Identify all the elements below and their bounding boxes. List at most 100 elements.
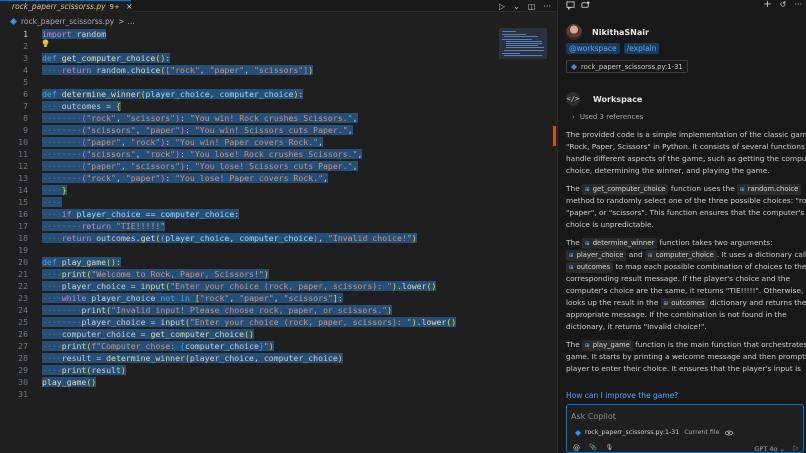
run-menu-chevron-icon[interactable]: ⌄ [513,2,520,11]
code-text: ····print(f"Computer chose: {computer_ch… [42,341,274,351]
workspace-agent-chip[interactable]: @workspace [566,43,620,54]
editor-tab-bar: rock_paperr_scissorss.py 9+ × ▷ ⌄ ◫ ··· [0,0,557,12]
symbol-reference[interactable]: ⊞ random.choice [737,184,802,195]
response-header: </> Workspace [566,92,642,106]
more-actions-icon[interactable]: ··· [794,0,802,10]
code-text: ····outcomes = { [42,101,121,111]
breadcrumb-separator: > [118,17,125,26]
symbol-reference[interactable]: ⊞ player_choice [566,250,627,261]
code-editor[interactable]: 1 import random 2 3 def get_computer_choic… [0,28,557,453]
explain-command-chip[interactable]: /explain [623,43,660,54]
response-paragraph: The ⊞ get_computer_choice function uses t… [566,184,806,229]
code-line: 22 ····player_choice = input("Enter your … [0,280,557,292]
code-line: 16 ····if player_choice == computer_choic… [0,208,557,220]
code-text: play_game() [42,377,97,387]
send-icon[interactable]: ▷ [794,444,799,452]
code-line: 21 ····print("Welcome to Rock, Paper, Sci… [0,268,557,280]
code-text: def determine_winner(player_choice, comp… [42,89,304,99]
mention-icon[interactable]: @ [573,444,580,452]
split-editor-icon[interactable]: ◫ [528,2,536,11]
code-line: 23 ····while player_choice not in ["rock"… [0,292,557,304]
close-tab-icon[interactable]: × [126,2,133,11]
code-line: 7 ····outcomes = { [0,100,557,112]
model-picker[interactable]: GPT 4o ⌄ [754,445,785,453]
code-line: 4 ····return random.choice(["rock", "pape… [0,64,557,76]
history-icon[interactable]: ↺ [780,0,787,10]
line-number: 25 [18,317,28,327]
line-number: 21 [18,269,28,279]
followup-suggestion[interactable]: How can I improve the game? [566,391,678,400]
symbol-reference[interactable]: ⊞ outcomes [660,298,708,309]
scrollbar-error-marker [553,126,556,146]
python-file-icon [10,18,17,25]
code-text: ········("scissors", "paper"): "You win!… [42,125,353,135]
code-text: ········("scissors", "rock"): "You lose!… [42,149,363,159]
symbol-reference[interactable]: ⊞ computer_choice [645,250,717,261]
code-text: ········player_choice = input("Enter you… [42,317,457,327]
editor-actions: ▷ ⌄ ◫ ··· [499,1,551,11]
chat-input-box[interactable]: Ask Copilot rock_paperr_scissorss.py:1-3… [566,404,804,453]
code-line: 2 [0,40,557,52]
tab-label: rock_paperr_scissorss.py [12,2,106,11]
symbol-reference[interactable]: ⊞ get_computer_choice [582,184,669,195]
run-python-file-icon[interactable]: ▷ [499,2,505,11]
code-text: ····print("Welcome to Rock, Paper, Sciss… [42,269,269,279]
line-number: 30 [18,377,28,387]
used-references-toggle[interactable]: › Used 3 references [572,113,643,121]
tab-rock-paperr-scissorss[interactable]: rock_paperr_scissorss.py 9+ × [0,0,133,12]
eye-icon[interactable] [724,430,733,436]
symbol-reference[interactable]: ⊞ outcomes [566,262,613,273]
workspace-agent-icon: </> [566,92,580,106]
code-text: ····} [42,185,67,195]
symbol-reference[interactable]: ⊞ determine_winner [582,238,658,249]
code-line: 24 ········print("Invalid input! Please c… [0,304,557,316]
chat-input-placeholder[interactable]: Ask Copilot [571,412,616,421]
line-number: 24 [18,305,28,315]
code-line: 13 ········("rock", "paper"): "You lose! … [0,172,557,184]
current-file-context[interactable]: rock_paperr_scissorss.py:1-31 Current fi… [575,429,733,436]
breadcrumb-symbol[interactable]: ... [128,17,135,26]
python-file-icon [575,429,581,436]
code-text: ···· [42,197,62,207]
attach-icon[interactable]: 📎 [589,444,596,452]
line-number: 18 [18,233,28,243]
editor-pane: rock_paperr_scissorss.py 9+ × ▷ ⌄ ◫ ··· … [0,0,557,453]
line-number: 22 [18,281,28,291]
file-reference-label: rock_paperr_scissorss.py:1-31 [581,62,683,71]
code-line: 1 import random [0,28,557,40]
code-line: 28 ····result = determine_winner(player_c… [0,352,557,364]
line-number: 26 [18,329,28,339]
chat-icon[interactable] [566,1,575,10]
code-line: 26 ····computer_choice = get_computer_cho… [0,328,557,340]
breadcrumb-file[interactable]: rock_paperr_scissorss.py [21,17,114,26]
code-text: ····if player_choice == computer_choice: [42,209,240,219]
line-number: 7 [23,101,28,111]
symbol-reference[interactable]: ⊞ play_game [582,340,633,351]
code-line: 17 ········return "TIE!!!!!" [0,220,557,232]
line-number: 11 [18,149,28,159]
file-reference-chip[interactable]: rock_paperr_scissorss.py:1-31 [566,60,688,73]
line-number: 16 [18,209,28,219]
line-number: 4 [23,65,28,75]
code-line: 11 ········("scissors", "rock"): "You los… [0,148,557,160]
current-file-label: Current file [684,429,720,436]
code-text: ········return "TIE!!!!!" [42,221,166,231]
minimap[interactable] [499,28,547,59]
line-number: 20 [18,257,28,267]
code-line: 29 ····print(result) [0,364,557,376]
code-text: ········print("Invalid input! Please cho… [42,305,393,315]
history-chat-icon[interactable] [581,1,590,10]
response-paragraph: The provided code is a simple implementa… [566,130,806,175]
code-line: 5 [0,76,557,88]
line-number: 6 [23,89,28,99]
new-chat-icon[interactable]: + [763,0,771,10]
microphone-icon[interactable]: 🎙 [605,444,613,452]
username: NikithaSNair [592,27,649,37]
python-file-icon [571,63,577,70]
more-actions-icon[interactable]: ··· [543,2,551,11]
code-line: 10 ········("paper", "rock"): "You win! P… [0,136,557,148]
code-text: ········("rock", "paper"): "You lose! Pa… [42,173,328,183]
code-line: 18 ····return outcomes.get((player_choice… [0,232,557,244]
chat-input-tools: @ 📎 🎙 [573,444,613,452]
code-line: 3 def get_computer_choice(): [0,52,557,64]
